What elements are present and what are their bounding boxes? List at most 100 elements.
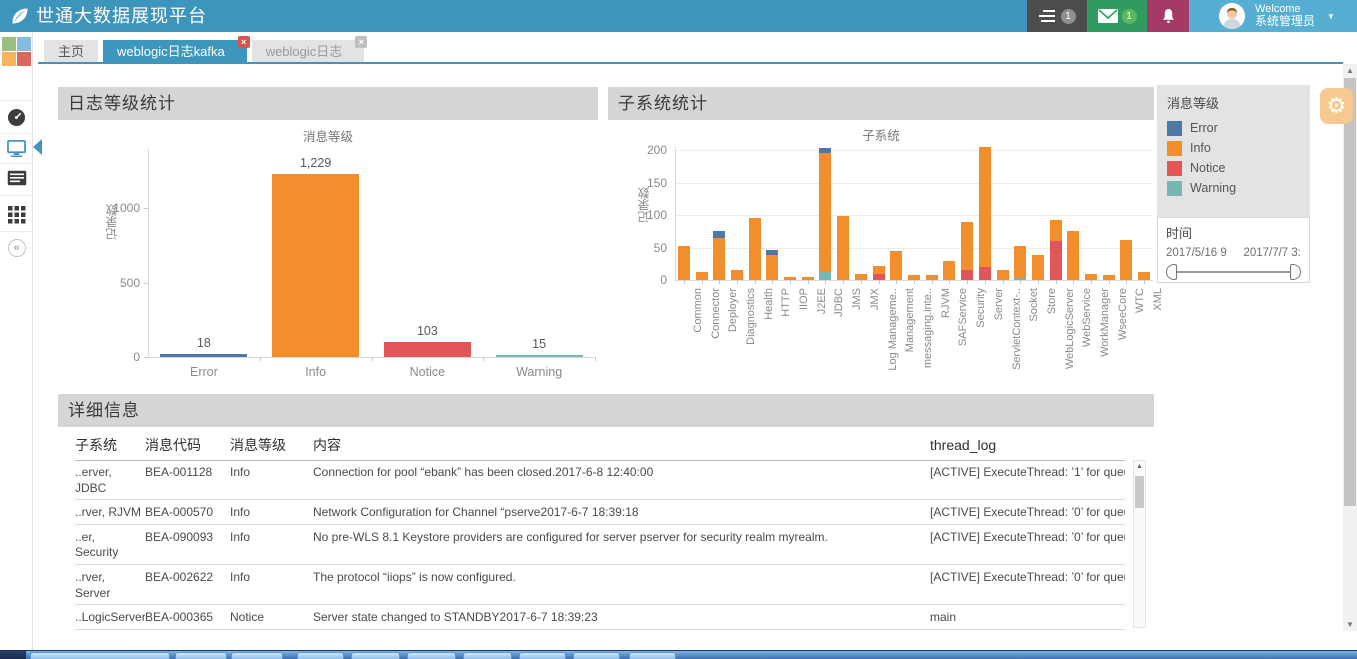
tab-close-icon[interactable]: × [355, 36, 367, 48]
column-header-内容[interactable]: 内容 [313, 434, 930, 460]
taskbar-button[interactable] [297, 652, 344, 659]
tab-主页[interactable]: 主页 [44, 40, 98, 63]
bar-segment-info[interactable] [1085, 274, 1097, 280]
page-scrollbar[interactable]: ▲ ▼ [1343, 64, 1357, 631]
time-filter-panel: 时间 2017/5/16 9 2017/7/7 3: [1157, 217, 1310, 283]
taskbar-button[interactable] [573, 652, 620, 659]
taskbar-button[interactable] [407, 652, 456, 659]
tab-weblogic日志kafka[interactable]: weblogic日志kafka× [103, 40, 247, 63]
table-body: ..erver, JDBCBEA-001128InfoConnection fo… [75, 460, 1125, 630]
table-scrollbar-thumb[interactable] [1135, 476, 1144, 508]
app-title: 世通大数据展现平台 [36, 0, 207, 32]
x-tick-mark [1056, 280, 1057, 284]
bar-segment-info[interactable] [696, 272, 708, 280]
column-header-thread_log[interactable]: thread_log [930, 434, 1125, 460]
notifications-button[interactable] [1147, 0, 1189, 32]
user-menu[interactable]: Welcome 系统管理员 ▼ [1189, 0, 1357, 32]
bar-segment-error[interactable] [766, 250, 778, 255]
cell-subsystem: ..LogicServer [75, 605, 145, 630]
bar-segment-info[interactable] [1138, 272, 1150, 280]
x-tick-label: JDBC [832, 288, 847, 393]
time-range-slider[interactable] [1166, 263, 1301, 281]
sidebar-item-monitor[interactable] [0, 140, 33, 162]
bar-segment-info[interactable] [1050, 220, 1062, 241]
bar-segment-info[interactable] [873, 266, 885, 274]
bar-segment-info[interactable] [943, 261, 955, 280]
x-tick-mark [914, 280, 915, 284]
bar-segment-info[interactable] [749, 218, 761, 280]
bar-segment-info[interactable] [819, 153, 831, 272]
legend-item-warning[interactable]: Warning [1167, 178, 1300, 198]
time-filter-title: 时间 [1166, 223, 1301, 242]
bar-segment-info[interactable] [979, 147, 991, 267]
taskbar-button[interactable] [30, 652, 170, 659]
bar-info[interactable] [272, 174, 359, 357]
scroll-up-icon[interactable]: ▲ [1134, 461, 1145, 473]
time-start-label: 2017/5/16 9 [1166, 247, 1227, 259]
legend-item-error[interactable]: Error [1167, 118, 1300, 138]
bar-segment-info[interactable] [961, 222, 973, 271]
taskbar-button[interactable] [231, 652, 283, 659]
bar-segment-info[interactable] [1120, 240, 1132, 280]
table-header-row: 子系统消息代码消息等级内容thread_log [75, 434, 1125, 461]
column-header-消息等级[interactable]: 消息等级 [230, 434, 313, 460]
taskbar-button[interactable] [629, 652, 676, 659]
bar-segment-notice[interactable] [873, 274, 885, 280]
tab-weblogic日志[interactable]: weblogic日志× [252, 40, 365, 63]
mail-button[interactable]: 1 [1087, 0, 1147, 32]
table-row[interactable]: ..er, SecurityBEA-090093InfoNo pre-WLS 8… [75, 525, 1125, 565]
taskbar-button[interactable] [175, 652, 227, 659]
bar-segment-info[interactable] [837, 216, 849, 280]
x-tick-label: XML [1151, 288, 1166, 393]
taskbar-button[interactable] [519, 652, 566, 659]
bar-segment-info[interactable] [1067, 231, 1079, 280]
page-scrollbar-thumb[interactable] [1344, 78, 1356, 506]
column-header-消息代码[interactable]: 消息代码 [145, 434, 230, 460]
bar-notice[interactable] [384, 342, 471, 357]
bar-segment-info[interactable] [855, 274, 867, 280]
legend-swatch [1167, 161, 1182, 176]
bar-error[interactable] [160, 354, 247, 357]
bar-segment-error[interactable] [713, 231, 725, 237]
sidebar-item-dashboard[interactable] [0, 108, 33, 132]
legend-item-info[interactable]: Info [1167, 138, 1300, 158]
taskbar-button[interactable] [351, 652, 400, 659]
bar-segment-error[interactable] [819, 148, 831, 153]
page-scroll-up-icon[interactable]: ▲ [1343, 64, 1357, 77]
slider-handle-start[interactable] [1166, 264, 1177, 280]
bar-segment-info[interactable] [1032, 255, 1044, 280]
tab-close-icon[interactable]: × [238, 36, 250, 48]
table-row[interactable]: ..erver, JDBCBEA-001128InfoConnection fo… [75, 460, 1125, 500]
gridline [675, 183, 1153, 184]
slider-handle-end[interactable] [1290, 264, 1301, 280]
sidebar-item-list-active[interactable] [0, 170, 33, 191]
legend-label: Notice [1190, 161, 1225, 175]
bar-segment-info[interactable] [997, 270, 1009, 280]
settings-gear-button[interactable]: ⚙ [1320, 88, 1353, 124]
bar-segment-notice[interactable] [1050, 241, 1062, 280]
table-row[interactable]: ..LogicServerBEA-000365NoticeServer stat… [75, 605, 1125, 630]
tasks-button[interactable]: 1 [1027, 0, 1087, 32]
table-scrollbar[interactable]: ▲ [1133, 460, 1146, 628]
table-row[interactable]: ..rver, ServerBEA-002622InfoThe protocol… [75, 565, 1125, 605]
bar-segment-notice[interactable] [961, 270, 973, 280]
bar-segment-info[interactable] [890, 251, 902, 280]
page-scroll-down-icon[interactable]: ▼ [1343, 618, 1357, 631]
start-button[interactable] [0, 651, 26, 659]
bar-segment-warning[interactable] [819, 272, 831, 280]
sidebar-collapse-button[interactable]: « [0, 238, 33, 257]
time-end-label: 2017/7/7 3: [1243, 247, 1301, 259]
bar-warning[interactable] [496, 355, 583, 357]
bar-segment-info[interactable] [766, 255, 778, 280]
table-row[interactable]: ..rver, RJVMBEA-000570InfoNetwork Config… [75, 500, 1125, 525]
bar-segment-info[interactable] [731, 270, 743, 280]
windows-taskbar[interactable] [0, 650, 1357, 659]
bar-segment-info[interactable] [1014, 246, 1026, 278]
taskbar-button[interactable] [463, 652, 512, 659]
bar-segment-info[interactable] [713, 238, 725, 280]
column-header-子系统[interactable]: 子系统 [75, 434, 145, 460]
legend-item-notice[interactable]: Notice [1167, 158, 1300, 178]
bar-segment-info[interactable] [678, 246, 690, 280]
sidebar-item-apps[interactable] [0, 206, 33, 229]
bar-segment-notice[interactable] [979, 267, 991, 280]
